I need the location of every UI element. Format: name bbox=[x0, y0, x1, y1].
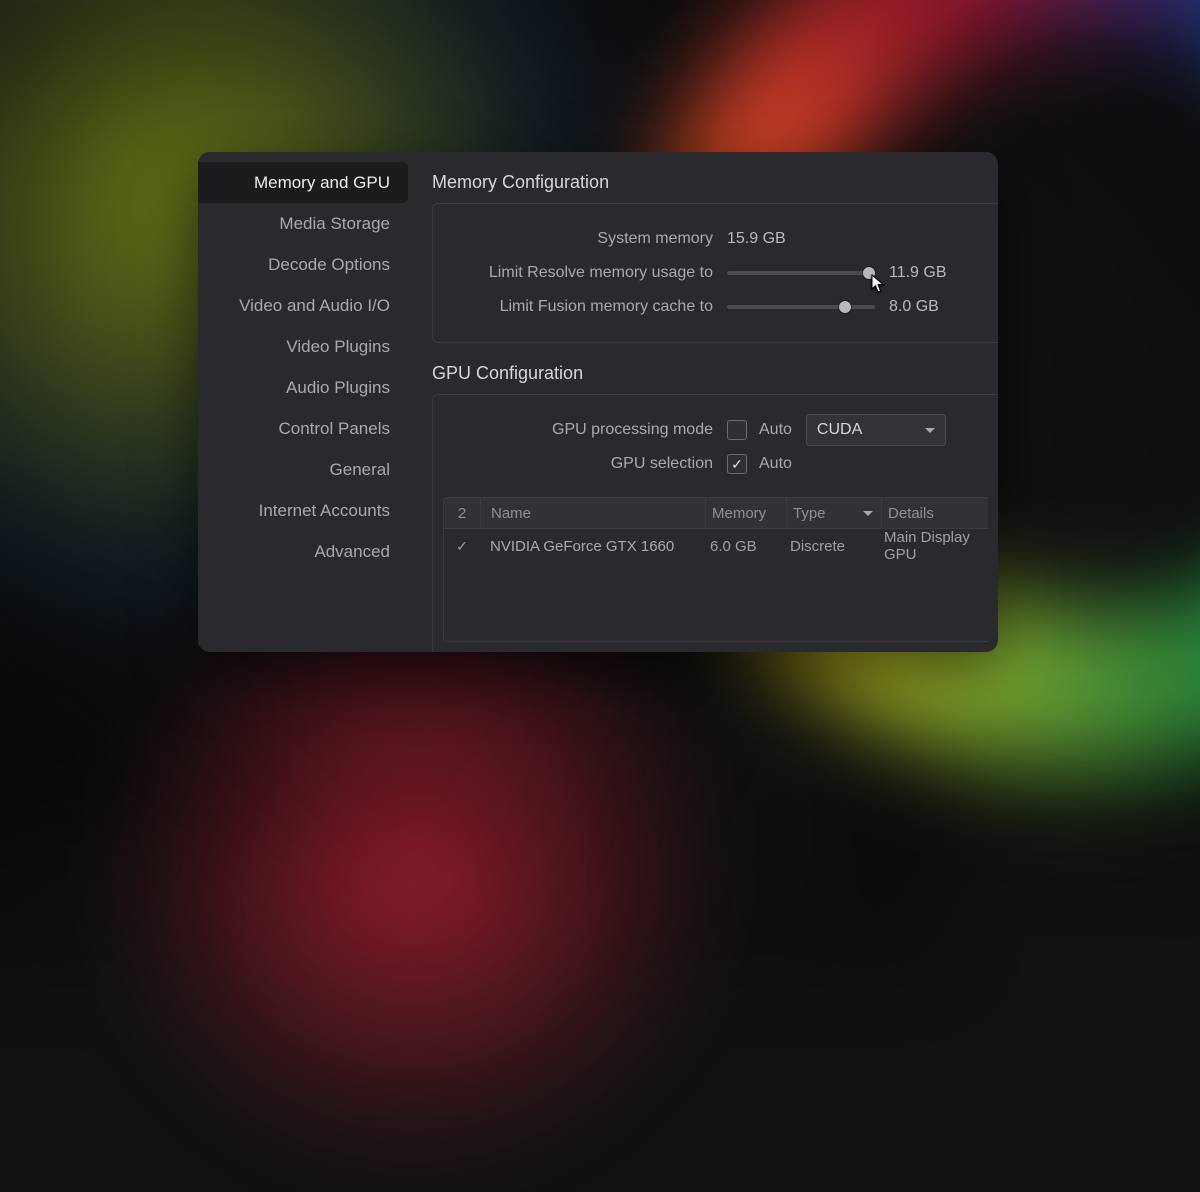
sidebar: Memory and GPU Media Storage Decode Opti… bbox=[198, 152, 408, 652]
sidebar-item-video-audio-io[interactable]: Video and Audio I/O bbox=[198, 285, 408, 326]
gpu-table-body: ✓ NVIDIA GeForce GTX 1660 6.0 GB Discret… bbox=[444, 529, 988, 641]
fusion-memory-row: Limit Fusion memory cache to 8.0 GB bbox=[443, 290, 988, 324]
gpu-table-row[interactable]: ✓ NVIDIA GeForce GTX 1660 6.0 GB Discret… bbox=[444, 529, 988, 561]
gpu-mode-auto-checkbox[interactable] bbox=[727, 420, 747, 440]
sidebar-item-video-plugins[interactable]: Video Plugins bbox=[198, 326, 408, 367]
fusion-memory-slider[interactable] bbox=[727, 305, 875, 309]
sidebar-item-advanced[interactable]: Advanced bbox=[198, 531, 408, 572]
resolve-memory-label: Limit Resolve memory usage to bbox=[443, 264, 727, 282]
system-memory-value: 15.9 GB bbox=[727, 230, 786, 248]
gpu-row-name: NVIDIA GeForce GTX 1660 bbox=[480, 531, 704, 561]
gpu-header-type[interactable]: Type bbox=[787, 498, 882, 528]
gpu-selection-auto-checkbox[interactable] bbox=[727, 454, 747, 474]
gpu-selection-label: GPU selection bbox=[443, 455, 727, 473]
gpu-row-details: Main Display GPU bbox=[878, 531, 988, 561]
gpu-row-checkbox[interactable]: ✓ bbox=[456, 538, 468, 555]
gpu-header-count: 2 bbox=[444, 498, 481, 528]
chevron-down-icon bbox=[863, 511, 873, 516]
gpu-table: 2 Name Memory Type Details ✓ NVIDIA GeFo… bbox=[443, 497, 988, 642]
memory-section-title: Memory Configuration bbox=[432, 172, 998, 193]
gpu-mode-row: GPU processing mode Auto CUDA bbox=[443, 413, 988, 447]
gpu-mode-dropdown-value: CUDA bbox=[817, 421, 862, 439]
gpu-table-header: 2 Name Memory Type Details bbox=[444, 498, 988, 529]
resolve-memory-row: Limit Resolve memory usage to 11.9 GB bbox=[443, 256, 988, 290]
system-memory-row: System memory 15.9 GB bbox=[443, 222, 988, 256]
system-memory-label: System memory bbox=[443, 230, 727, 248]
gpu-header-type-label: Type bbox=[793, 505, 826, 522]
fusion-memory-value: 8.0 GB bbox=[889, 298, 939, 316]
gpu-mode-auto-label: Auto bbox=[759, 421, 792, 439]
resolve-memory-value: 11.9 GB bbox=[889, 264, 947, 282]
gpu-header-memory[interactable]: Memory bbox=[706, 498, 787, 528]
memory-section: System memory 15.9 GB Limit Resolve memo… bbox=[432, 203, 998, 343]
gpu-header-details[interactable]: Details bbox=[882, 498, 988, 528]
sidebar-item-general[interactable]: General bbox=[198, 449, 408, 490]
gpu-row-memory: 6.0 GB bbox=[704, 531, 784, 561]
gpu-selection-auto-label: Auto bbox=[759, 455, 792, 473]
sidebar-item-internet-accounts[interactable]: Internet Accounts bbox=[198, 490, 408, 531]
sidebar-item-control-panels[interactable]: Control Panels bbox=[198, 408, 408, 449]
content-pane: Memory Configuration System memory 15.9 … bbox=[408, 152, 998, 652]
gpu-mode-label: GPU processing mode bbox=[443, 421, 727, 439]
sidebar-item-decode-options[interactable]: Decode Options bbox=[198, 244, 408, 285]
sidebar-item-memory-and-gpu[interactable]: Memory and GPU bbox=[198, 162, 408, 203]
preferences-panel: Memory and GPU Media Storage Decode Opti… bbox=[198, 152, 998, 652]
gpu-header-name[interactable]: Name bbox=[481, 498, 706, 528]
chevron-down-icon bbox=[925, 428, 935, 433]
gpu-row-type: Discrete bbox=[784, 531, 878, 561]
gpu-section-title: GPU Configuration bbox=[432, 363, 998, 384]
resolve-memory-slider[interactable] bbox=[727, 271, 875, 275]
fusion-slider-thumb[interactable] bbox=[839, 301, 851, 313]
sidebar-item-audio-plugins[interactable]: Audio Plugins bbox=[198, 367, 408, 408]
gpu-mode-dropdown[interactable]: CUDA bbox=[806, 414, 946, 446]
resolve-slider-thumb[interactable] bbox=[863, 267, 875, 279]
gpu-section: GPU processing mode Auto CUDA GPU select… bbox=[432, 394, 998, 652]
gpu-selection-row: GPU selection Auto bbox=[443, 447, 988, 481]
fusion-memory-label: Limit Fusion memory cache to bbox=[443, 298, 727, 316]
sidebar-item-media-storage[interactable]: Media Storage bbox=[198, 203, 408, 244]
